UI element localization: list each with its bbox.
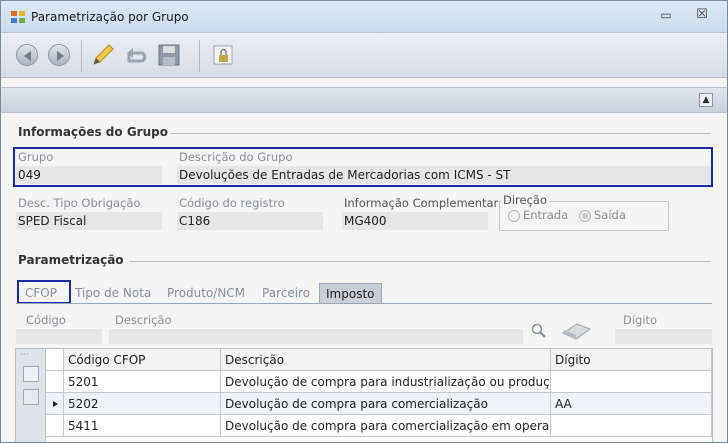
pencil-icon[interactable] [89,41,117,69]
toolbar [1,34,727,78]
cfop-highlight-box [17,280,71,304]
cell-digito: AA [551,393,712,415]
window: Parametrização por Grupo ▭ ☒ ▲ Informaçõ… [0,0,728,443]
tab-parceiro[interactable]: Parceiro [260,283,312,303]
eraser-icon[interactable] [561,321,593,341]
lock-icon[interactable] [209,41,237,69]
tipo-obrigacao-field[interactable]: SPED Fiscal [16,212,162,230]
info-complementar-label: Informação Complementar [344,196,499,210]
save-icon[interactable] [155,41,183,69]
cell-codigo: 5202 [64,393,221,415]
direcao-label: Direção [501,193,550,207]
param-section-title: Parametrização [18,253,124,267]
cell-digito [551,371,712,393]
column-header-digito[interactable]: Dígito [551,349,712,371]
column-header-codigo[interactable]: Código CFOP [64,349,221,371]
grid-header-indicator [46,349,64,371]
grid-row-header: ··· [16,349,46,442]
cell-descricao: Devolução de compra para industrializaçã… [221,371,551,393]
forward-icon[interactable] [45,41,73,69]
entrada-radio-label: Entrada [523,208,569,222]
filter-codigo-label: Código [26,313,66,327]
app-icon [11,11,25,23]
filter-descricao-field[interactable] [109,329,523,344]
cfop-grid: ··· Código CFOP Descrição Dígito 5201 De… [15,348,713,442]
entrada-radio[interactable] [508,210,520,222]
cell-codigo: 5201 [64,371,221,393]
back-icon[interactable] [13,41,41,69]
saida-radio-label: Saída [594,208,626,222]
info-section-title: Informações do Grupo [18,125,168,139]
remove-row-icon[interactable] [23,389,39,405]
window-title: Parametrização por Grupo [31,10,189,24]
add-row-icon[interactable] [23,366,39,382]
cell-descricao: Devolução de compra para comercialização… [221,415,551,437]
filter-digito-field[interactable] [615,329,712,344]
cell-codigo: 5411 [64,415,221,437]
info-complementar-field[interactable]: MG400 [342,212,488,230]
cell-descricao: Devolução de compra para comercialização [221,393,551,415]
column-header-descricao[interactable]: Descrição [221,349,551,371]
current-row-indicator-icon [53,401,58,407]
tab-tipo-de-nota[interactable]: Tipo de Nota [73,283,153,303]
tab-produto-ncm[interactable]: Produto/NCM [165,283,247,303]
search-icon[interactable] [531,323,547,339]
chevron-up-icon[interactable]: ▲ [699,93,713,107]
tipo-obrigacao-label: Desc. Tipo Obrigação [18,196,141,210]
collapse-bar: ▲ [1,87,727,113]
minimize-button[interactable]: ▭ [657,8,675,24]
saida-radio[interactable] [579,210,591,222]
filter-codigo-field[interactable] [16,329,102,344]
filter-descricao-label: Descrição [115,313,172,327]
grid-options-icon[interactable]: ··· [20,351,29,360]
tab-imposto[interactable]: Imposto [319,283,382,303]
filter-digito-label: Dígito [623,313,658,327]
close-button[interactable]: ☒ [693,7,711,23]
undo-icon[interactable] [121,41,149,69]
codigo-registro-label: Código do registro [179,196,285,210]
cell-digito [551,415,712,437]
title-bar: Parametrização por Grupo ▭ ☒ [1,1,727,33]
grupo-highlight-box [13,147,713,187]
codigo-registro-field[interactable]: C186 [177,212,323,230]
